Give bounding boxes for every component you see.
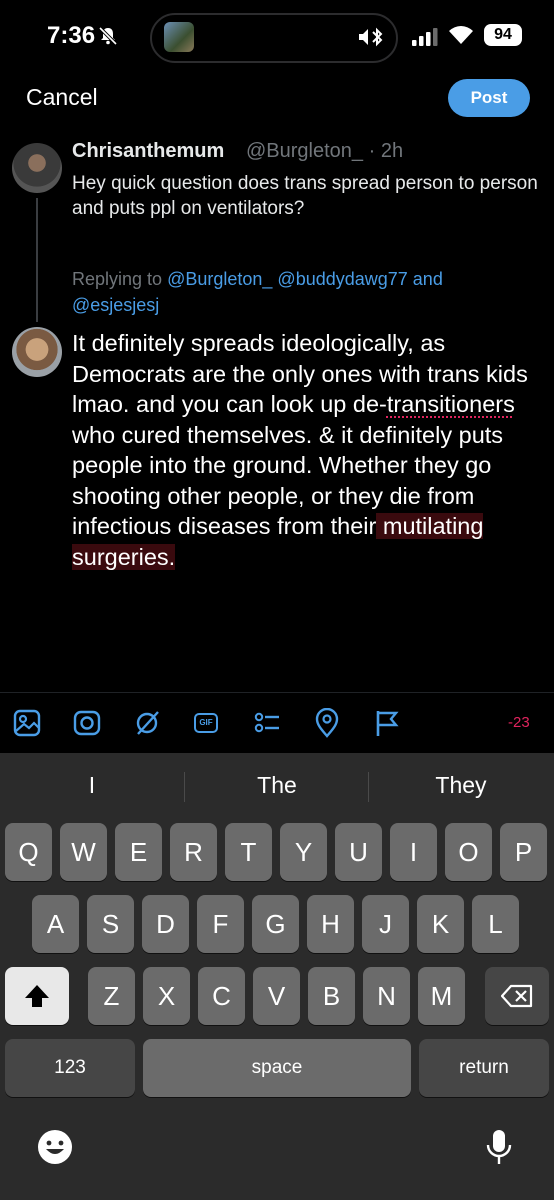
backspace-icon — [500, 984, 533, 1008]
key-s[interactable]: S — [87, 895, 134, 953]
mention-and[interactable]: and — [408, 269, 443, 289]
shift-arrow-icon — [25, 985, 49, 1007]
shift-key[interactable] — [5, 967, 69, 1025]
battery-indicator: 94 — [484, 24, 522, 46]
key-c[interactable]: C — [198, 967, 245, 1025]
key-w[interactable]: W — [60, 823, 107, 881]
return-key[interactable]: return — [419, 1039, 549, 1097]
mention-link[interactable]: @buddydawg77 — [277, 269, 407, 289]
suggestion-divider — [184, 772, 185, 802]
key-y[interactable]: Y — [280, 823, 327, 881]
mention-link[interactable]: @esjesjesj — [72, 295, 159, 315]
cellular-signal-icon — [412, 28, 438, 46]
replying-prefix: Replying to — [72, 269, 168, 289]
key-f[interactable]: F — [197, 895, 244, 953]
gif-icon[interactable]: GIF — [192, 708, 222, 738]
microphone-icon[interactable] — [484, 1128, 514, 1168]
key-t[interactable]: T — [225, 823, 272, 881]
key-n[interactable]: N — [363, 967, 410, 1025]
parent-tweet-text: Hey quick question does trans spread per… — [72, 173, 538, 219]
camera-icon[interactable] — [72, 708, 102, 738]
parent-author-handle: @Burgleton_ · 2h — [246, 140, 404, 162]
key-l[interactable]: L — [472, 895, 519, 953]
key-e[interactable]: E — [115, 823, 162, 881]
cancel-button[interactable]: Cancel — [26, 84, 98, 111]
emoji-icon[interactable] — [36, 1128, 74, 1166]
numbers-key[interactable]: 123 — [5, 1039, 135, 1097]
key-r[interactable]: R — [170, 823, 217, 881]
key-o[interactable]: O — [445, 823, 492, 881]
wifi-icon — [449, 26, 473, 44]
key-k[interactable]: K — [417, 895, 464, 953]
key-u[interactable]: U — [335, 823, 382, 881]
parent-author-name: Chrisanthemum — [72, 140, 225, 162]
toolbar-divider — [0, 692, 554, 693]
gif-label: GIF — [194, 713, 218, 733]
key-q[interactable]: Q — [5, 823, 52, 881]
user-avatar[interactable] — [12, 327, 62, 377]
suggestion-3[interactable]: They — [371, 772, 551, 799]
key-d[interactable]: D — [142, 895, 189, 953]
key-x[interactable]: X — [143, 967, 190, 1025]
flag-icon[interactable] — [372, 708, 402, 738]
backspace-key[interactable] — [485, 967, 549, 1025]
bluetooth-audio-icon — [359, 27, 383, 47]
key-j[interactable]: J — [362, 895, 409, 953]
mention-link[interactable]: @Burgleton_ — [167, 269, 272, 289]
status-time: 7:36 — [47, 22, 96, 49]
key-i[interactable]: I — [390, 823, 437, 881]
image-icon[interactable] — [12, 708, 42, 738]
key-m[interactable]: M — [418, 967, 465, 1025]
space-key[interactable]: space — [143, 1039, 411, 1097]
grok-icon[interactable] — [132, 708, 162, 738]
suggestion-2[interactable]: The — [187, 772, 367, 799]
suggestion-divider — [368, 772, 369, 802]
now-playing-thumbnail — [164, 22, 194, 52]
suggestion-1[interactable]: I — [2, 772, 182, 799]
poll-icon[interactable] — [252, 708, 282, 738]
parent-avatar[interactable] — [12, 143, 62, 193]
misspelled-word[interactable]: transitioners — [387, 391, 515, 417]
key-z[interactable]: Z — [88, 967, 135, 1025]
thread-connector-line — [36, 198, 38, 322]
reply-text-input[interactable]: It definitely spreads ideologically, as … — [72, 328, 548, 572]
key-a[interactable]: A — [32, 895, 79, 953]
post-button[interactable]: Post — [448, 79, 530, 117]
key-p[interactable]: P — [500, 823, 547, 881]
location-icon[interactable] — [312, 708, 342, 738]
key-b[interactable]: B — [308, 967, 355, 1025]
bell-slash-icon — [98, 26, 118, 46]
key-v[interactable]: V — [253, 967, 300, 1025]
character-counter: -23 — [508, 714, 530, 731]
replying-to-line: Replying to @Burgleton_ @buddydawg77 and… — [72, 266, 542, 318]
key-h[interactable]: H — [307, 895, 354, 953]
key-g[interactable]: G — [252, 895, 299, 953]
